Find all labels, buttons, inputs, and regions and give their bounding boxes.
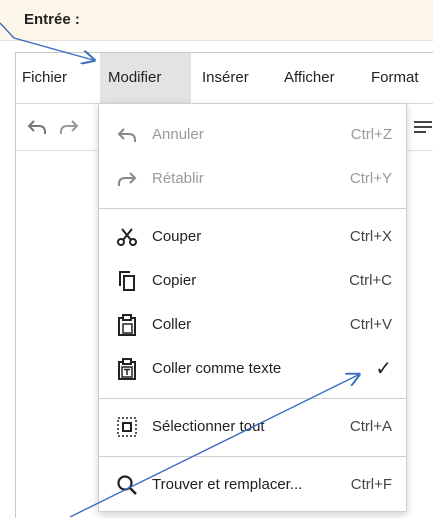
redo-icon [118, 172, 137, 186]
copy-icon [119, 271, 135, 291]
undo-icon [117, 128, 136, 142]
checkmark-icon: ✓ [375, 358, 392, 380]
menu-item-label: Coller comme texte [152, 360, 282, 377]
separator [99, 456, 406, 457]
clipboard-text-icon [118, 358, 136, 380]
menu-item-coller[interactable]: Coller Ctrl+V [99, 303, 406, 347]
shortcut-label: Ctrl+X [349, 228, 392, 245]
menu-item-couper[interactable]: Couper Ctrl+X [99, 215, 406, 259]
menu-item-label: Rétablir [152, 170, 204, 187]
menu-inserer[interactable]: Insérer [196, 53, 255, 103]
clipboard-icon [118, 314, 136, 336]
menu-fichier[interactable]: Fichier [16, 53, 73, 103]
menu-item-label: Trouver et remplacer... [152, 476, 303, 493]
shortcut-label: Ctrl+V [349, 316, 392, 333]
menu-item-label: Copier [152, 272, 197, 289]
menu-modifier[interactable]: Modifier [100, 53, 191, 103]
redo-icon[interactable] [58, 116, 80, 138]
menu-item-label: Sélectionner tout [152, 418, 265, 435]
menu-item-trouver-remplacer[interactable]: Trouver et remplacer... Ctrl+F [99, 463, 406, 507]
shortcut-label: Ctrl+C [349, 272, 392, 289]
field-label: Entrée : [24, 11, 80, 28]
shortcut-label: Ctrl+F [350, 476, 392, 493]
form-header: Entrée : [0, 0, 433, 41]
menu-format[interactable]: Format [365, 53, 425, 103]
menu-item-coller-comme-texte[interactable]: Coller comme texte ✓ [99, 347, 406, 391]
select-all-icon [117, 417, 137, 437]
shortcut-label: Ctrl+Z [350, 126, 392, 143]
menu-item-selectionner-tout[interactable]: Sélectionner tout Ctrl+A [99, 405, 406, 449]
menu-item-annuler[interactable]: Annuler Ctrl+Z [99, 113, 406, 157]
menubar: Fichier Modifier Insérer Afficher Format [16, 53, 433, 104]
menu-item-label: Couper [152, 228, 202, 245]
menu-item-label: Annuler [152, 126, 204, 143]
undo-icon[interactable] [26, 116, 48, 138]
shortcut-label: Ctrl+A [349, 418, 392, 435]
list-icon[interactable] [412, 116, 433, 138]
separator [99, 398, 406, 399]
separator [99, 208, 406, 209]
menu-item-copier[interactable]: Copier Ctrl+C [99, 259, 406, 303]
shortcut-label: Ctrl+Y [349, 170, 392, 187]
menu-item-retablir[interactable]: Rétablir Ctrl+Y [99, 157, 406, 201]
modifier-dropdown: Annuler Ctrl+Z Rétablir Ctrl+Y Couper Ct… [98, 103, 407, 512]
menu-item-label: Coller [152, 316, 192, 333]
editor-frame: Fichier Modifier Insérer Afficher Format… [15, 52, 433, 518]
menu-afficher[interactable]: Afficher [278, 53, 341, 103]
search-icon [117, 475, 137, 495]
scissors-icon [117, 228, 137, 246]
